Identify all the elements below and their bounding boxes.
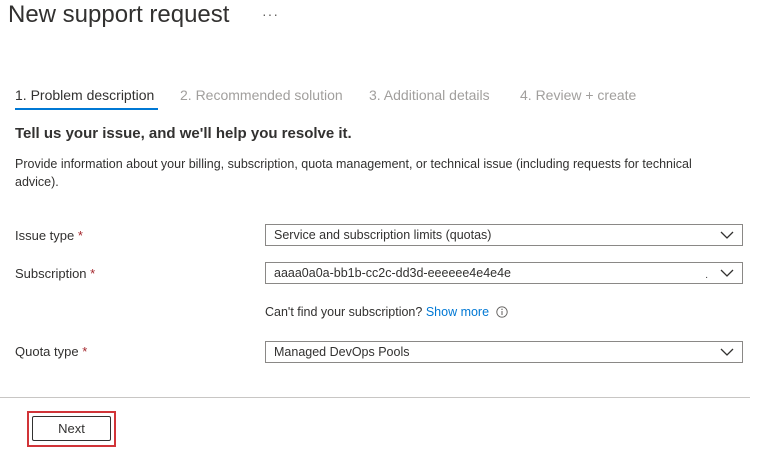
subscription-help-text: Can't find your subscription? — [265, 305, 423, 319]
form-heading: Tell us your issue, and we'll help you r… — [15, 125, 352, 142]
quota-type-value: Managed DevOps Pools — [274, 345, 410, 359]
tab-recommended-solution[interactable]: 2. Recommended solution — [180, 86, 343, 104]
more-options-button[interactable]: ··· — [262, 6, 279, 22]
next-button[interactable]: Next — [32, 416, 111, 441]
subscription-value: aaaa0a0a-bb1b-cc2c-dd3d-eeeeee4e4e4e — [274, 266, 512, 280]
chevron-down-icon — [720, 269, 734, 277]
tab-review-create[interactable]: 4. Review + create — [520, 86, 636, 104]
active-tab-indicator — [15, 108, 158, 110]
support-request-page: New support request ··· 1. Problem descr… — [0, 0, 783, 449]
subscription-label-text: Subscription — [15, 266, 87, 281]
chevron-down-icon — [720, 348, 734, 356]
page-title: New support request — [8, 1, 230, 28]
issue-type-label: Issue type * — [15, 228, 83, 244]
required-marker: * — [82, 344, 88, 359]
issue-type-label-text: Issue type — [15, 228, 75, 243]
required-marker: * — [90, 266, 96, 281]
footer-divider — [0, 397, 750, 398]
quota-type-label: Quota type * — [15, 344, 87, 360]
subscription-help: Can't find your subscription? Show more — [265, 304, 508, 320]
tab-problem-description[interactable]: 1. Problem description — [15, 86, 154, 104]
subscription-label: Subscription * — [15, 266, 95, 282]
quota-type-dropdown[interactable]: Managed DevOps Pools — [265, 341, 743, 363]
subscription-extra-mark: . — [705, 270, 708, 281]
chevron-down-icon — [720, 231, 734, 239]
show-more-link[interactable]: Show more — [426, 305, 489, 319]
issue-type-dropdown[interactable]: Service and subscription limits (quotas) — [265, 224, 743, 246]
quota-type-label-text: Quota type — [15, 344, 79, 359]
tab-additional-details[interactable]: 3. Additional details — [369, 86, 490, 104]
info-icon[interactable] — [495, 306, 508, 318]
form-description: Provide information about your billing, … — [15, 157, 692, 189]
required-marker: * — [77, 228, 83, 243]
subscription-dropdown[interactable]: aaaa0a0a-bb1b-cc2c-dd3d-eeeeee4e4e4e . — [265, 262, 743, 284]
issue-type-value: Service and subscription limits (quotas) — [274, 228, 492, 242]
